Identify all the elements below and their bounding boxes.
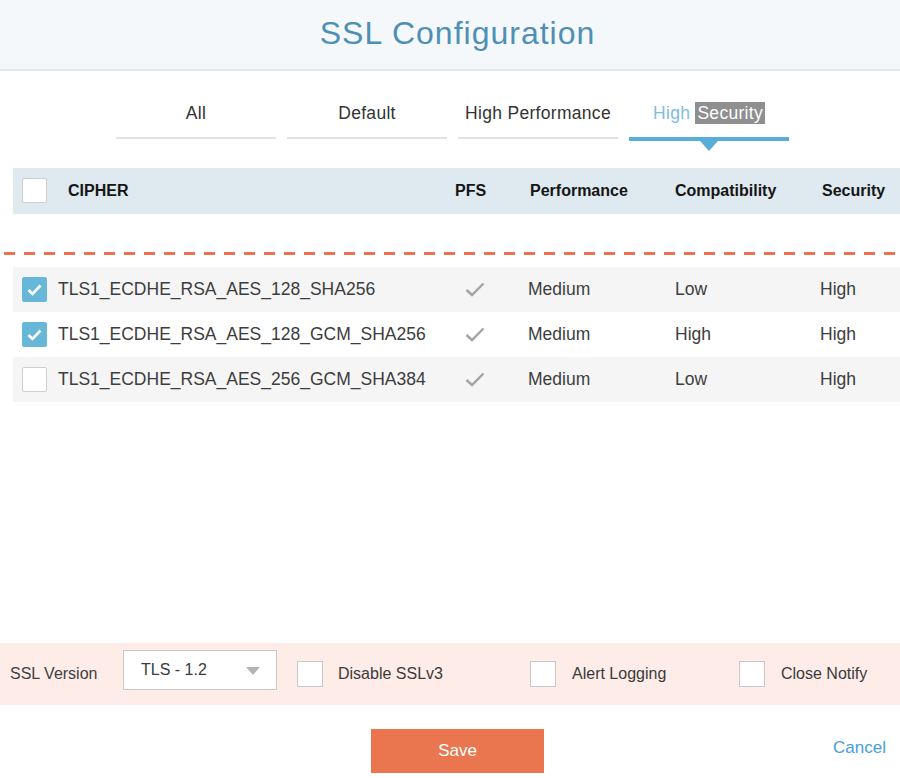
tab-label: Default bbox=[287, 100, 447, 137]
tab-high-performance[interactable]: High Performance bbox=[458, 100, 618, 151]
tab-label: All bbox=[116, 100, 276, 137]
column-header-pfs: PFS bbox=[455, 168, 486, 214]
checkbox-label: Close Notify bbox=[781, 643, 867, 705]
security-value: High bbox=[820, 357, 856, 402]
dialog-header: SSL Configuration bbox=[0, 0, 900, 71]
check-icon bbox=[27, 329, 42, 341]
tab-underline bbox=[287, 137, 447, 139]
cipher-row: TLS1_ECDHE_RSA_AES_256_GCM_SHA384 Medium L… bbox=[13, 357, 900, 402]
compatibility-value: Low bbox=[675, 357, 707, 402]
checkbox-label: Alert Logging bbox=[572, 643, 666, 705]
column-header-security: Security bbox=[822, 168, 885, 214]
cipher-row: TLS1_ECDHE_RSA_AES_128_GCM_SHA256 Medium H… bbox=[13, 312, 900, 357]
row-checkbox[interactable] bbox=[22, 367, 47, 392]
close-notify-checkbox[interactable] bbox=[739, 661, 765, 687]
performance-value: Medium bbox=[528, 357, 590, 402]
checkbox-label: Disable SSLv3 bbox=[338, 643, 443, 705]
cipher-name: TLS1_ECDHE_RSA_AES_128_SHA256 bbox=[58, 267, 375, 312]
security-value: High bbox=[820, 312, 856, 357]
cipher-table-body: TLS1_ECDHE_RSA_AES_128_SHA256MediumLowHi… bbox=[13, 267, 900, 402]
ssl-version-value: TLS - 1.2 bbox=[141, 651, 207, 689]
column-header-cipher: CIPHER bbox=[68, 168, 128, 214]
chevron-down-icon bbox=[246, 667, 260, 675]
tab-high-security[interactable]: High Security bbox=[629, 100, 789, 151]
tab-label: High Performance bbox=[458, 100, 618, 137]
row-checkbox[interactable] bbox=[22, 277, 47, 302]
column-header-compatibility: Compatibility bbox=[675, 168, 776, 214]
ssl-options-bar: SSL Version TLS - 1.2 Disable SSLv3 Alert… bbox=[0, 643, 900, 705]
check-icon bbox=[27, 284, 42, 296]
page-title: SSL Configuration bbox=[15, 14, 900, 52]
tab-bar: All Default High Performance High Security bbox=[116, 100, 789, 151]
row-checkbox[interactable] bbox=[22, 322, 47, 347]
pfs-check-icon bbox=[465, 372, 485, 387]
cipher-name: TLS1_ECDHE_RSA_AES_128_GCM_SHA256 bbox=[58, 312, 426, 357]
column-header-performance: Performance bbox=[530, 168, 628, 214]
tab-default[interactable]: Default bbox=[287, 100, 447, 151]
pfs-check-icon bbox=[465, 282, 485, 297]
security-value: High bbox=[820, 267, 856, 312]
pfs-check-icon bbox=[465, 327, 485, 342]
cancel-button[interactable]: Cancel bbox=[833, 738, 886, 758]
compatibility-value: High bbox=[675, 312, 711, 357]
cipher-name: TLS1_ECDHE_RSA_AES_256_GCM_SHA384 bbox=[58, 357, 426, 402]
ssl-version-label: SSL Version bbox=[10, 643, 97, 705]
disable-sslv3-checkbox[interactable] bbox=[297, 661, 323, 687]
tab-all[interactable]: All bbox=[116, 100, 276, 151]
performance-value: Medium bbox=[528, 267, 590, 312]
tab-underline bbox=[458, 137, 618, 139]
cipher-row: TLS1_ECDHE_RSA_AES_128_SHA256 Medium Low Hi… bbox=[13, 267, 900, 312]
tab-underline bbox=[116, 137, 276, 139]
select-all-checkbox[interactable] bbox=[22, 178, 47, 203]
ssl-version-dropdown[interactable]: TLS - 1.2 bbox=[123, 650, 277, 690]
cipher-table-header: CIPHER PFS Performance Compatibility Sec… bbox=[13, 168, 900, 214]
compatibility-value: Low bbox=[675, 267, 707, 312]
drag-drop-divider bbox=[4, 252, 900, 255]
active-tab-pointer-icon bbox=[700, 141, 718, 151]
save-button[interactable]: Save bbox=[371, 729, 544, 773]
tab-label: High Security bbox=[629, 100, 789, 137]
alert-logging-checkbox[interactable] bbox=[530, 661, 556, 687]
performance-value: Medium bbox=[528, 312, 590, 357]
